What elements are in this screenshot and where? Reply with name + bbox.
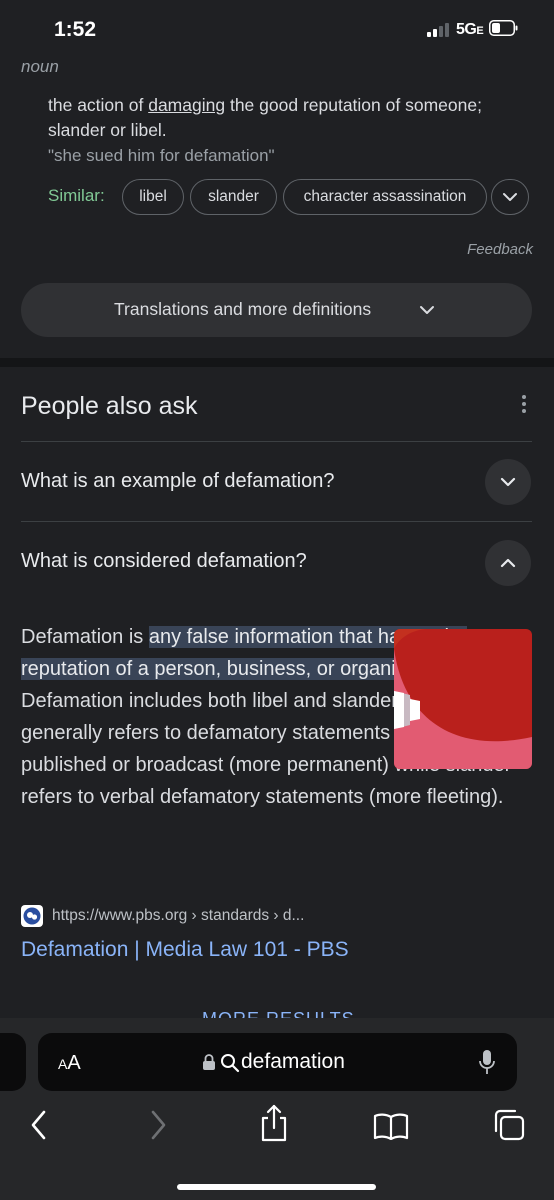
divider bbox=[21, 441, 532, 442]
feedback-link[interactable]: Feedback bbox=[467, 241, 533, 258]
search-icon bbox=[221, 1054, 240, 1073]
translations-label: Translations and more definitions bbox=[114, 299, 372, 319]
lock-icon bbox=[203, 1054, 215, 1070]
url-text: defamation bbox=[241, 1050, 345, 1073]
browser-toolbar: AA defamation bbox=[0, 1018, 554, 1200]
page-settings-button[interactable]: AA bbox=[58, 1052, 81, 1075]
people-also-ask-title: People also ask bbox=[21, 392, 198, 420]
more-vert-icon[interactable] bbox=[514, 395, 534, 417]
status-bar: 1:52 5GE bbox=[0, 0, 554, 58]
question-example[interactable]: What is an example of defamation? bbox=[21, 470, 335, 493]
bookmarks-icon[interactable] bbox=[373, 1112, 409, 1140]
translations-button[interactable]: Translations and more definitions bbox=[21, 283, 532, 337]
chevron-down-icon bbox=[420, 306, 434, 314]
usage-example: "she sued him for defamation" bbox=[48, 146, 275, 165]
chevron-down-icon bbox=[500, 477, 516, 487]
question-considered[interactable]: What is considered defamation? bbox=[21, 550, 307, 573]
similar-chip-character-assassination[interactable]: character assassination bbox=[283, 179, 487, 215]
similar-expand-button[interactable] bbox=[491, 179, 529, 215]
question-collapse-button[interactable] bbox=[485, 540, 531, 586]
definition-text: the action of damaging the good reputati… bbox=[48, 95, 482, 140]
status-time: 1:52 bbox=[54, 18, 97, 41]
source-title-link[interactable]: Defamation | Media Law 101 - PBS bbox=[21, 938, 349, 962]
thumbnail-graphic bbox=[394, 629, 532, 769]
source-url[interactable]: https://www.pbs.org › standards › d... bbox=[52, 907, 304, 925]
mic-icon[interactable] bbox=[478, 1049, 496, 1077]
network-type: 5GE bbox=[456, 21, 484, 38]
similar-chip-slander[interactable]: slander bbox=[190, 179, 277, 215]
definition-link[interactable]: damaging bbox=[148, 95, 225, 115]
forward-icon[interactable] bbox=[147, 1108, 169, 1142]
answer-thumbnail[interactable] bbox=[394, 629, 532, 769]
pbs-logo-icon bbox=[21, 905, 43, 927]
chevron-down-icon bbox=[503, 193, 517, 201]
battery-icon bbox=[489, 20, 518, 36]
tabs-icon[interactable] bbox=[493, 1109, 525, 1141]
home-indicator[interactable] bbox=[177, 1184, 376, 1190]
chevron-up-icon bbox=[500, 558, 516, 568]
divider bbox=[21, 521, 532, 522]
share-icon[interactable] bbox=[259, 1104, 289, 1142]
similar-chip-libel[interactable]: libel bbox=[122, 179, 184, 215]
similar-label: Similar: bbox=[48, 186, 105, 205]
previous-tab-peek[interactable] bbox=[0, 1033, 26, 1091]
part-of-speech: noun bbox=[21, 57, 59, 76]
question-expand-button[interactable] bbox=[485, 459, 531, 505]
section-divider bbox=[0, 358, 554, 367]
address-bar[interactable]: AA defamation bbox=[38, 1033, 517, 1091]
back-icon[interactable] bbox=[28, 1108, 50, 1142]
cellular-signal-icon bbox=[427, 23, 453, 37]
